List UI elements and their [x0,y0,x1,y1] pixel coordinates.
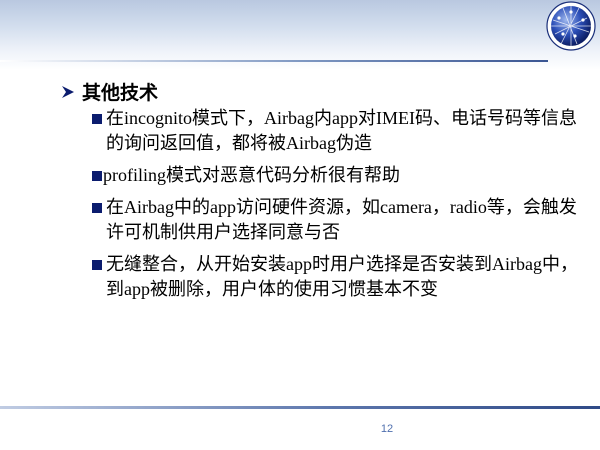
slide-heading: 其他技术 [60,78,158,105]
list-item-text: profiling模式对恶意代码分析很有帮助 [103,165,400,185]
footer-divider-line [0,406,600,409]
list-item: profiling模式对恶意代码分析很有帮助 [92,163,582,188]
globe-logo-icon [546,1,596,51]
square-bullet-icon [92,171,102,181]
slide-heading-text: 其他技术 [82,83,159,104]
list-item-text: 在incognito模式下，Airbag内app对IMEI码、电话号码等信息的询… [106,108,577,153]
square-bullet-icon [92,114,102,124]
arrow-bullet-icon [62,85,74,98]
square-bullet-icon [92,260,102,270]
list-item: 无缝整合，从开始安装app时用户选择是否安装到Airbag中，到app被删除，用… [92,252,582,302]
header-divider-line [0,60,548,62]
list-item-text: 无缝整合，从开始安装app时用户选择是否安装到Airbag中，到app被删除，用… [106,254,578,299]
list-item-text: 在Airbag中的app访问硬件资源，如camera，radio等，会触发许可机… [106,197,577,242]
bullet-list: 在incognito模式下，Airbag内app对IMEI码、电话号码等信息的询… [92,106,582,309]
list-item: 在Airbag中的app访问硬件资源，如camera，radio等，会触发许可机… [92,195,582,245]
page-number: 12 [380,423,394,435]
list-item: 在incognito模式下，Airbag内app对IMEI码、电话号码等信息的询… [92,106,582,156]
square-bullet-icon [92,203,102,213]
